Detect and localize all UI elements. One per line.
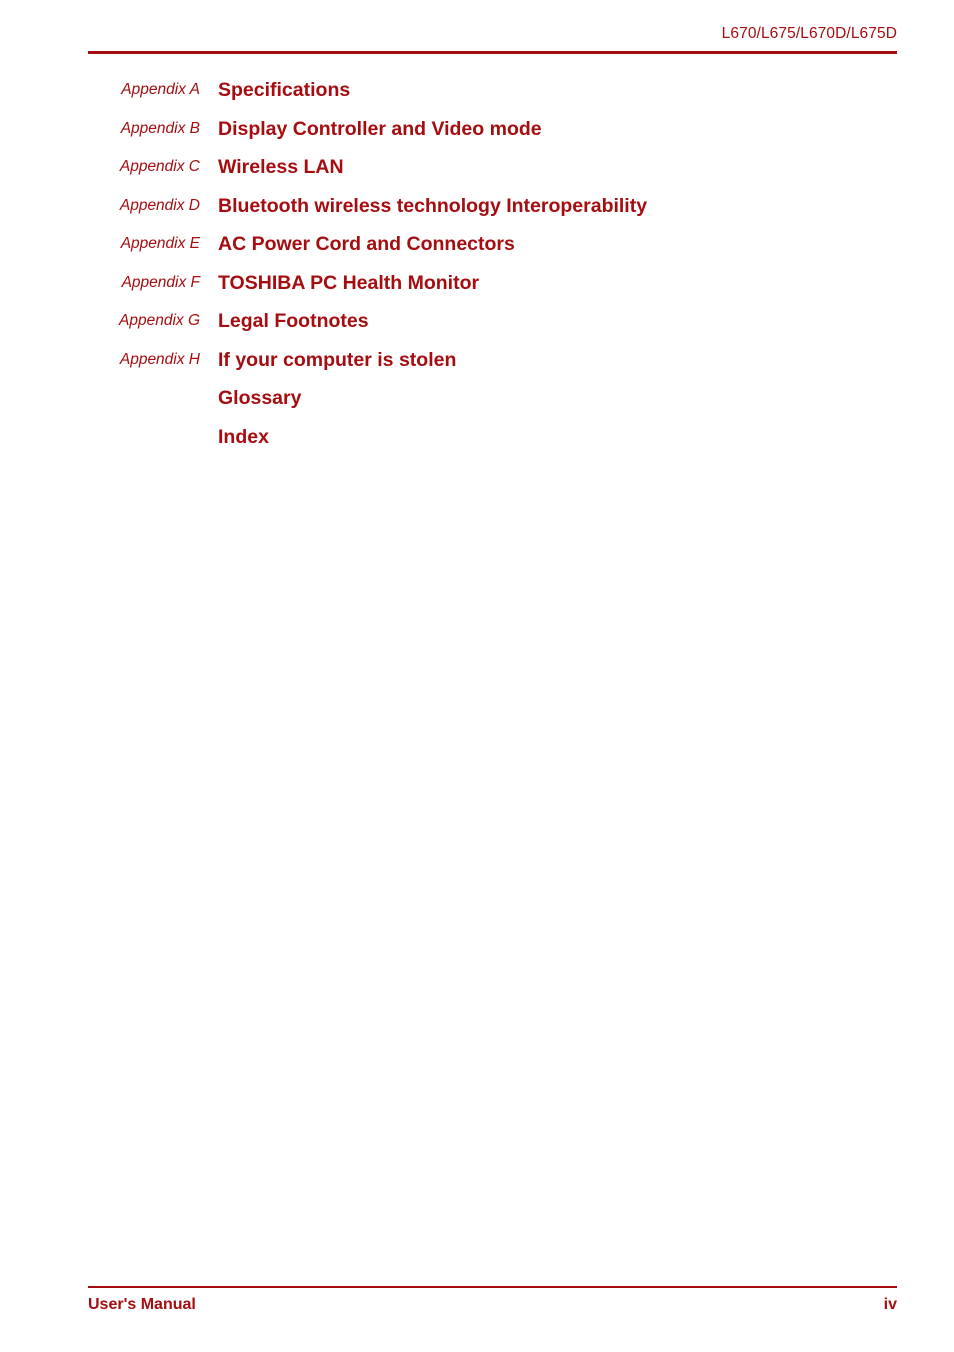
toc-entry-title[interactable]: Specifications: [200, 77, 954, 103]
toc-entry[interactable]: Appendix G Legal Footnotes: [0, 308, 954, 347]
toc-entry-title[interactable]: Display Controller and Video mode: [200, 116, 954, 142]
toc-entry-title[interactable]: AC Power Cord and Connectors: [200, 231, 954, 257]
toc-entry-label: Appendix E: [120, 235, 200, 252]
footer-divider-rule: [88, 1286, 897, 1288]
toc-entry[interactable]: Index: [0, 424, 954, 463]
table-of-contents: Appendix A Specifications Appendix B Displa…: [0, 77, 954, 462]
toc-entry[interactable]: Appendix A Specifications: [0, 77, 954, 116]
page-footer: User's Manual iv: [88, 1292, 897, 1318]
toc-entry[interactable]: Appendix D Bluetooth wireless technology …: [0, 193, 954, 232]
toc-entry[interactable]: Appendix F TOSHIBA PC Health Monitor: [0, 270, 954, 309]
toc-entry-label: Appendix H: [119, 350, 200, 368]
toc-entry-title[interactable]: Index: [200, 424, 954, 450]
toc-entry[interactable]: Appendix E AC Power Cord and Connectors: [0, 231, 954, 270]
header-model-line: L670/L675/L670D/L675D: [721, 25, 897, 42]
toc-entry-label: Appendix D: [119, 196, 200, 214]
footer-page-number: iv: [883, 1296, 897, 1313]
toc-entry[interactable]: Glossary: [0, 385, 954, 424]
toc-entry-title[interactable]: TOSHIBA PC Health Monitor: [200, 270, 954, 296]
toc-entry-title[interactable]: Bluetooth wireless technology Interopera…: [200, 193, 954, 219]
toc-entry-label: Appendix G: [119, 312, 200, 329]
toc-entry[interactable]: Appendix B Display Controller and Video m…: [0, 116, 954, 155]
header-divider-rule: [88, 51, 897, 54]
toc-entry-title[interactable]: If your computer is stolen: [200, 347, 954, 373]
toc-entry-title[interactable]: Legal Footnotes: [200, 308, 954, 334]
toc-entry-label: Appendix A: [121, 81, 200, 98]
manual-page: L670/L675/L670D/L675D Appendix A Specific…: [0, 0, 954, 1352]
toc-entry[interactable]: Appendix H If your computer is stolen: [0, 347, 954, 386]
toc-entry-label: Appendix B: [120, 119, 200, 137]
toc-entry[interactable]: Appendix C Wireless LAN: [0, 154, 954, 193]
toc-entry-title[interactable]: Glossary: [200, 385, 954, 411]
toc-entry-title[interactable]: Wireless LAN: [200, 154, 954, 180]
toc-entry-label: Appendix C: [119, 158, 200, 175]
toc-entry-label: Appendix F: [121, 273, 200, 291]
footer-manual-label: User's Manual: [88, 1296, 196, 1313]
